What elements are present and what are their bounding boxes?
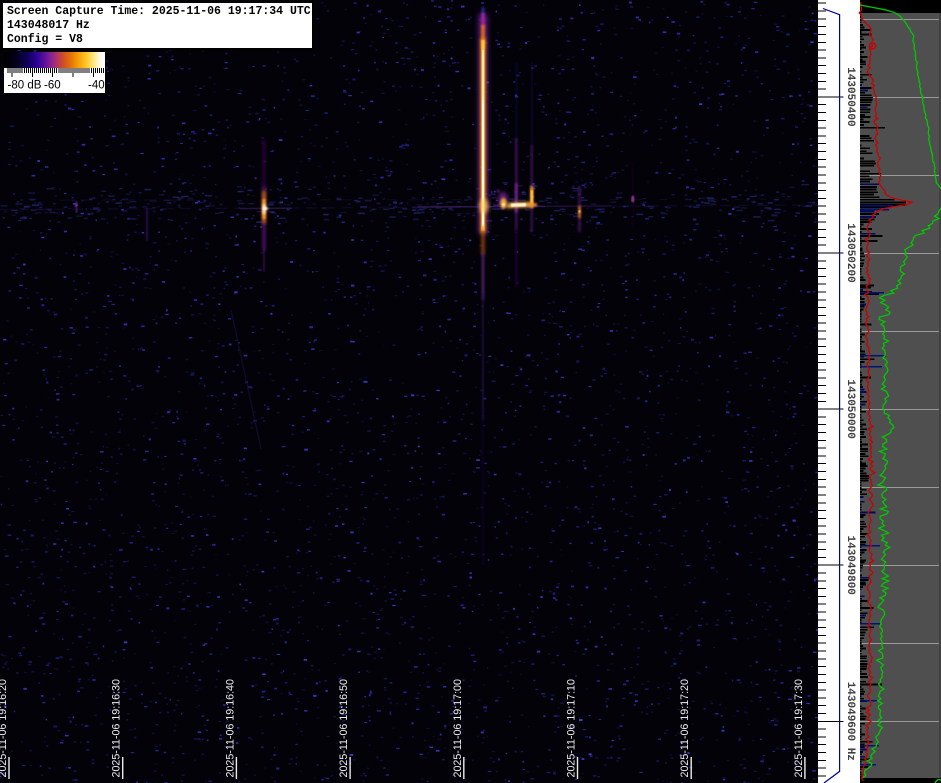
svg-text:2025-11-06 19:17:10: 2025-11-06 19:17:10 <box>566 679 578 778</box>
svg-text:2025-11-06 19:16:30: 2025-11-06 19:16:30 <box>111 679 123 778</box>
svg-text:2025-11-06 19:17:00: 2025-11-06 19:17:00 <box>452 679 464 778</box>
svg-text:2025-11-06 19:16:40: 2025-11-06 19:16:40 <box>224 679 236 778</box>
svg-text:2025-11-06 19:17:20: 2025-11-06 19:17:20 <box>679 679 691 778</box>
svg-text:143049800: 143049800 <box>844 535 856 594</box>
svg-text:143049600 Hz: 143049600 Hz <box>844 682 856 761</box>
svg-text:143050200: 143050200 <box>844 223 856 282</box>
svg-text:143050400: 143050400 <box>844 67 856 126</box>
svg-text:-60: -60 <box>44 80 61 92</box>
svg-text:2025-11-06 19:16:20: 2025-11-06 19:16:20 <box>0 679 9 778</box>
svg-text:2025-11-06 19:16:50: 2025-11-06 19:16:50 <box>338 679 350 778</box>
svg-text:-80 dB: -80 dB <box>8 80 42 92</box>
svg-text:2025-11-06 19:17:30: 2025-11-06 19:17:30 <box>793 679 805 778</box>
svg-text:-40: -40 <box>88 80 105 92</box>
svg-text:143050000: 143050000 <box>844 379 856 438</box>
